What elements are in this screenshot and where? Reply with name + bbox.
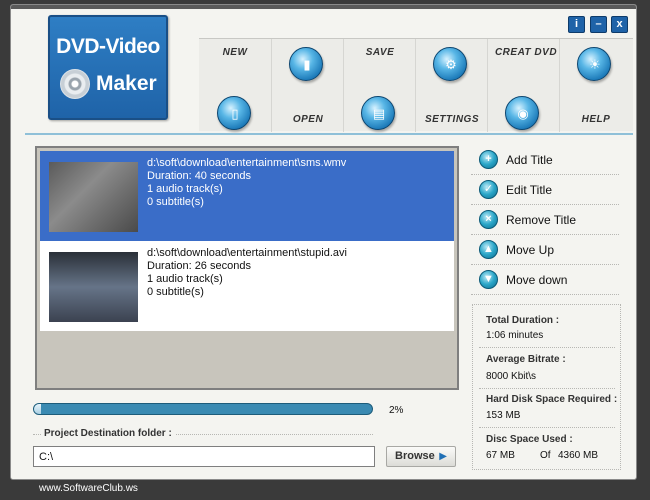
move-down-button[interactable]: ▼ Move down (471, 265, 619, 295)
help-button[interactable]: Help (561, 114, 631, 125)
title-subtitles: 0 subtitle(s) (147, 196, 204, 208)
bitrate-value: 8000 Kbit\s (486, 371, 537, 382)
remove-title-button[interactable]: × Remove Title (471, 205, 619, 235)
title-duration: Duration: 26 seconds (147, 260, 251, 272)
stats-divider (479, 427, 615, 428)
header-separator (25, 133, 633, 135)
main-toolbar: New ▮ Save ⚙ Creat DVD ☀ ▯ Open ▤ Settin… (199, 38, 633, 132)
open-button[interactable]: Open (273, 114, 343, 125)
x-icon: × (479, 210, 498, 229)
remove-title-label: Remove Title (506, 213, 577, 227)
newspaper-icon: ▤ (372, 106, 386, 121)
arrow-down-icon: ▼ (479, 270, 498, 289)
project-stats: Total Duration : 1:06 minutes Average Bi… (472, 304, 621, 470)
disc-space-total: 4360 MB (558, 450, 599, 461)
browse-label: Browse (395, 450, 435, 462)
stats-divider (479, 388, 615, 389)
window-top-bar (11, 5, 636, 9)
help-icon[interactable]: ☀ (577, 47, 611, 81)
edit-title-button[interactable]: ✓ Edit Title (471, 175, 619, 205)
browse-button[interactable]: Browse ▶ (386, 446, 456, 467)
total-duration-label: Total Duration : (486, 315, 560, 326)
info-button[interactable]: i (568, 16, 585, 33)
footer-watermark: www.SoftwareClub.ws (39, 483, 138, 494)
progress-bar (33, 403, 373, 415)
disc-space-used: 67 MB (486, 450, 515, 461)
destination-folder-input[interactable] (33, 446, 375, 467)
disc-space-of: Of (540, 450, 551, 461)
settings-icon[interactable]: ⚙ (433, 47, 467, 81)
play-arrow-icon: ▶ (439, 451, 447, 462)
title-audio: 1 audio track(s) (147, 273, 223, 285)
dvd-disc-icon: ◉ (517, 106, 529, 121)
video-thumbnail (49, 252, 138, 322)
title-actions: + Add Title ✓ Edit Title × Remove Title … (471, 145, 619, 295)
disc-icon (60, 69, 90, 99)
logo-text-line1: DVD-Video (56, 35, 160, 58)
open-icon[interactable]: ▯ (217, 96, 251, 130)
title-subtitles: 0 subtitle(s) (147, 286, 204, 298)
arrow-up-icon: ▲ (479, 240, 498, 259)
gear-icon: ⚙ (445, 57, 457, 72)
document-icon: ▮ (303, 57, 311, 72)
title-path: d:\soft\download\entertainment\sms.wmv (147, 157, 347, 169)
disc-space-label: Disc Space Used : (486, 434, 573, 445)
create-dvd-icon[interactable]: ◉ (505, 96, 539, 130)
new-button[interactable]: New (200, 47, 270, 58)
logo-text-line2: Maker (96, 72, 157, 95)
folder-icon: ▯ (231, 106, 239, 121)
move-down-label: Move down (506, 273, 568, 287)
save-icon[interactable]: ▤ (361, 96, 395, 130)
title-details: d:\soft\download\entertainment\sms.wmv D… (147, 157, 346, 209)
settings-button[interactable]: Settings (417, 114, 487, 125)
video-thumbnail (49, 162, 138, 232)
edit-title-label: Edit Title (506, 183, 553, 197)
title-details: d:\soft\download\entertainment\stupid.av… (147, 247, 347, 299)
destination-label: Project Destination folder : (41, 428, 175, 439)
bitrate-label: Average Bitrate : (486, 354, 566, 365)
add-title-button[interactable]: + Add Title (471, 145, 619, 175)
app-logo: DVD-Video Maker (48, 15, 168, 120)
check-icon: ✓ (479, 180, 498, 199)
title-audio: 1 audio track(s) (147, 183, 223, 195)
move-up-label: Move Up (506, 243, 555, 257)
title-row[interactable]: d:\soft\download\entertainment\stupid.av… (40, 241, 454, 331)
title-list[interactable]: d:\soft\download\entertainment\sms.wmv D… (35, 146, 459, 390)
minimize-button[interactable]: – (590, 16, 607, 33)
create-dvd-button[interactable]: Creat DVD (491, 47, 561, 58)
total-duration-value: 1:06 minutes (486, 330, 544, 341)
title-duration: Duration: 40 seconds (147, 170, 251, 182)
move-up-button[interactable]: ▲ Move Up (471, 235, 619, 265)
title-row[interactable]: d:\soft\download\entertainment\sms.wmv D… (40, 151, 454, 241)
close-button[interactable]: x (611, 16, 628, 33)
app-window: DVD-Video Maker i – x New ▮ Save ⚙ Creat… (10, 4, 637, 480)
globe-icon: ☀ (589, 57, 601, 72)
hdd-space-label: Hard Disk Space Required : (486, 394, 618, 405)
save-button[interactable]: Save (345, 47, 415, 58)
stats-divider (479, 347, 615, 348)
title-path: d:\soft\download\entertainment\stupid.av… (147, 247, 347, 259)
progress-fill (34, 404, 41, 414)
new-project-icon[interactable]: ▮ (289, 47, 323, 81)
hdd-space-value: 153 MB (486, 410, 521, 421)
plus-icon: + (479, 150, 498, 169)
add-title-label: Add Title (506, 153, 553, 167)
progress-percent: 2% (389, 405, 404, 416)
